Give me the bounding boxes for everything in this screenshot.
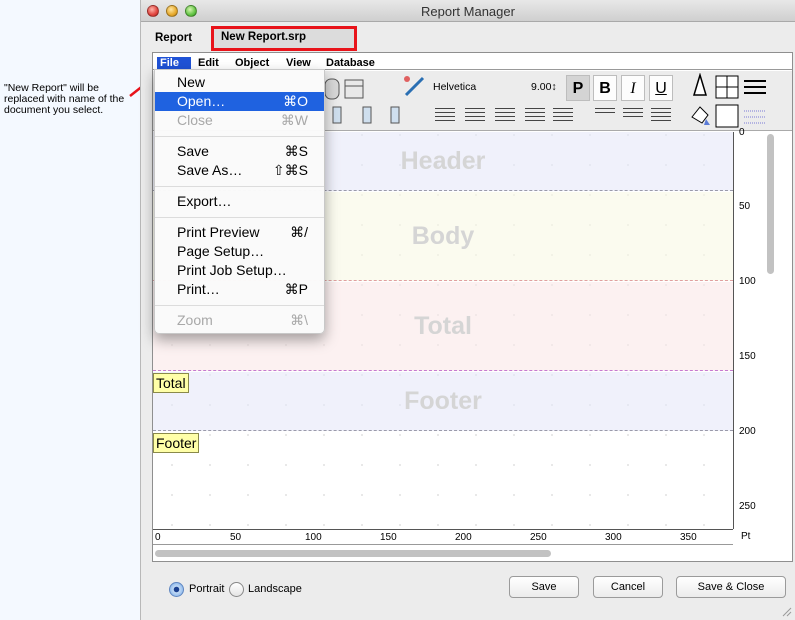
menu-item-close: Close ⌘W (155, 111, 324, 130)
menu-shortcut: ⌘O (283, 93, 308, 109)
hruler-label: 50 (230, 532, 242, 543)
band-footer-title: Footer (404, 387, 482, 415)
vruler-label: 150 (739, 351, 756, 362)
plain-style-button[interactable]: P (566, 75, 590, 101)
menu-item-label: Zoom (177, 312, 213, 328)
menu-item-label: Save (177, 143, 209, 159)
font-name-field[interactable]: Helvetica (433, 81, 476, 93)
menu-shortcut: ⇧⌘S (272, 162, 308, 178)
menu-item-label: Print Preview (177, 224, 260, 240)
menu-shortcut: ⌘P (284, 281, 308, 297)
hruler-label: 150 (380, 532, 397, 543)
vertical-scroll-thumb[interactable] (767, 134, 774, 274)
vruler-label: 200 (739, 426, 756, 437)
menu-item-page-setup[interactable]: Page Setup… (155, 242, 324, 261)
hruler-label: 0 (155, 532, 161, 543)
landscape-label: Landscape (248, 583, 302, 595)
menu-item-print-preview[interactable]: Print Preview ⌘/ (155, 223, 324, 242)
font-size-stepper[interactable]: 9.00↕ (531, 81, 557, 93)
vruler-label: 250 (739, 501, 756, 512)
vruler-label: 0 (739, 127, 745, 138)
title-bar: Report Manager (141, 0, 795, 22)
annotation-text: "New Report" will be replaced with name … (4, 82, 125, 116)
tab-document[interactable]: New Report.srp (211, 26, 357, 51)
menu-shortcut: ⌘S (284, 143, 308, 159)
menu-item-print-job-setup[interactable]: Print Job Setup… (155, 261, 324, 280)
menu-item-print[interactable]: Print… ⌘P (155, 280, 324, 299)
menu-item-label: Close (177, 112, 213, 128)
menu-item-label: Print… (177, 281, 220, 297)
horizontal-ruler: 0 50 100 150 200 250 300 350 (153, 529, 733, 545)
band-footer[interactable]: Footer (153, 372, 733, 431)
align-full-icon[interactable] (551, 105, 575, 125)
pen-tool-icon[interactable] (403, 75, 427, 99)
hruler-label: 350 (680, 532, 697, 543)
menu-separator (155, 305, 324, 306)
menu-item-open[interactable]: Open… ⌘O (155, 92, 324, 111)
line-spacing-single-icon[interactable] (593, 105, 617, 125)
align-center-icon[interactable] (463, 105, 487, 125)
drawing-tools-icon[interactable] (688, 73, 768, 129)
portrait-radio[interactable] (169, 582, 184, 597)
vruler-label: 100 (739, 276, 756, 287)
menu-item-save-as[interactable]: Save As… ⇧⌘S (155, 161, 324, 180)
menu-separator (155, 217, 324, 218)
menu-shortcut: ⌘W (280, 112, 308, 128)
hruler-label: 200 (455, 532, 472, 543)
cancel-button[interactable]: Cancel (593, 576, 663, 598)
menu-item-label: Export… (177, 193, 232, 209)
report-menubar: File Edit Object View Database (153, 56, 792, 70)
menu-item-label: Save As… (177, 162, 243, 178)
vertical-ruler: 0 50 100 150 200 250 (733, 127, 761, 529)
menu-object[interactable]: Object (235, 57, 269, 69)
hruler-label: 300 (605, 532, 622, 543)
vruler-label: 50 (739, 201, 751, 212)
menu-view[interactable]: View (286, 57, 311, 69)
underline-button[interactable]: U (649, 75, 673, 101)
menu-item-label: Open… (177, 93, 226, 109)
menu-item-new[interactable]: New (155, 73, 324, 92)
vertical-scrollbar[interactable] (765, 132, 777, 529)
menu-item-export[interactable]: Export… (155, 192, 324, 211)
menu-item-label: Page Setup… (177, 243, 265, 259)
align-left-icon[interactable] (433, 105, 457, 125)
bold-button[interactable]: B (593, 75, 617, 101)
menu-database[interactable]: Database (326, 57, 375, 69)
hruler-label: 100 (305, 532, 322, 543)
total-band-tag[interactable]: Total (153, 373, 189, 393)
menu-item-label: New (177, 74, 206, 90)
menu-shortcut: ⌘\ (290, 312, 308, 328)
menu-item-zoom: Zoom ⌘\ (155, 311, 324, 330)
horizontal-scrollbar[interactable] (153, 547, 733, 559)
landscape-radio[interactable] (229, 582, 244, 597)
menu-item-save[interactable]: Save ⌘S (155, 142, 324, 161)
menu-edit[interactable]: Edit (198, 57, 219, 69)
portrait-label: Portrait (189, 583, 225, 595)
menu-separator (155, 136, 324, 137)
italic-button[interactable]: I (621, 75, 645, 101)
file-menu: New Open… ⌘O Close ⌘W Save ⌘S Save As… ⇧⌘S E… (154, 69, 325, 334)
save-close-button[interactable]: Save & Close (676, 576, 786, 598)
ruler-unit-label: Pt (741, 531, 751, 542)
menu-item-label: Print Job Setup… (177, 262, 287, 278)
footer-band-tag[interactable]: Footer (153, 433, 200, 453)
horizontal-scroll-thumb[interactable] (155, 550, 551, 557)
align-right-icon[interactable] (493, 105, 517, 125)
align-justify-icon[interactable] (523, 105, 547, 125)
save-button[interactable]: Save (509, 576, 579, 598)
resize-grip-icon[interactable] (782, 607, 792, 617)
tab-report[interactable]: Report (149, 28, 198, 49)
line-spacing-triple-icon[interactable] (649, 105, 673, 125)
menu-shortcut: ⌘/ (290, 224, 308, 240)
hruler-label: 250 (530, 532, 547, 543)
line-spacing-double-icon[interactable] (621, 105, 645, 125)
window-title: Report Manager (421, 4, 515, 19)
menu-separator (155, 186, 324, 187)
object-tools-icon[interactable] (323, 77, 403, 129)
